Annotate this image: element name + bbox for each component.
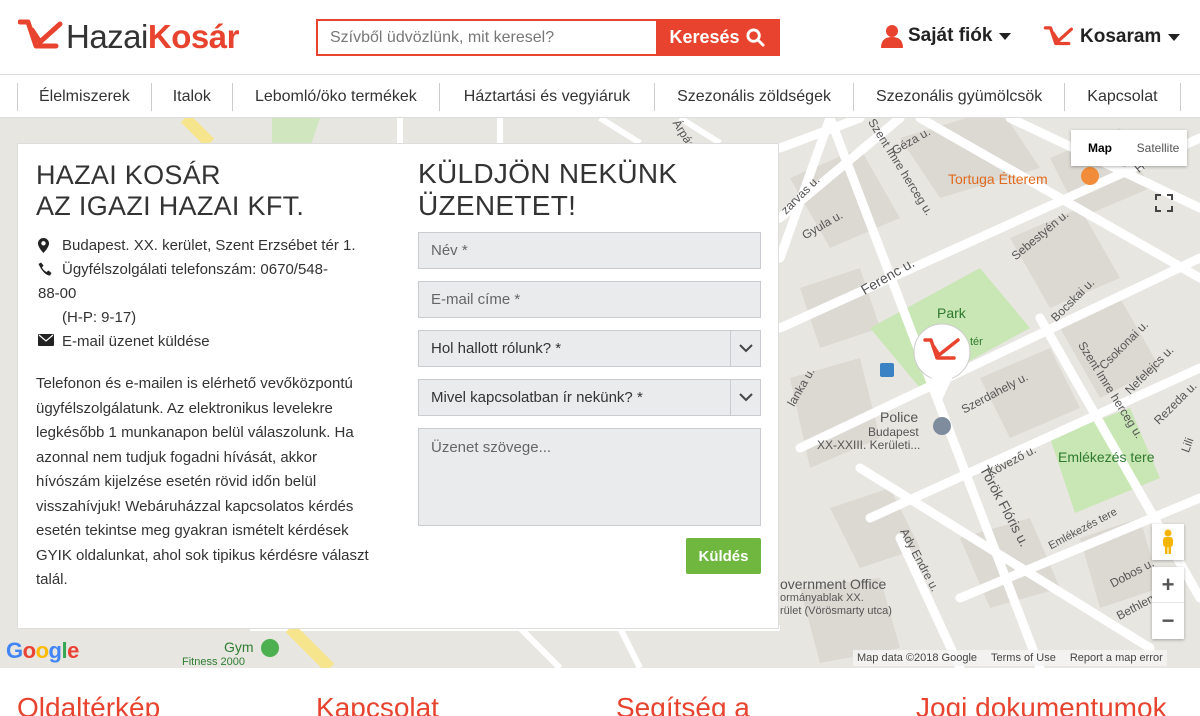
phone-icon	[38, 258, 62, 276]
phone-row: Ügyfélszolgálati telefonszám: 0670/548- 8…	[38, 258, 378, 306]
zoom-out-button[interactable]: −	[1152, 603, 1184, 639]
phone-line1: Ügyfélszolgálati telefonszám: 0670/548-	[62, 261, 328, 278]
map-label-ter: tér	[970, 336, 983, 348]
map-label-memorial[interactable]: Emlékezés tere	[1058, 449, 1154, 465]
nav-item-italok[interactable]: Italok	[150, 83, 232, 111]
map-label-gov-sub1: ormányablak XX.	[780, 592, 864, 604]
google-letter: G	[6, 638, 23, 663]
footer-heading-contact: Kapcsolat	[316, 692, 439, 716]
map-label-gym-sub: Fitness 2000	[182, 656, 245, 668]
map-data-credit: Map data ©2018 Google	[857, 652, 978, 664]
cart-icon	[1043, 26, 1073, 46]
name-placeholder: Név *	[431, 242, 468, 259]
google-letter: o	[35, 638, 49, 663]
report-map-error-link[interactable]: Report a map error	[1070, 652, 1163, 664]
chevron-down-icon	[1168, 33, 1181, 41]
form-title-line1: KÜLDJÖN NEKÜNK	[418, 158, 678, 189]
map-label-restaurant[interactable]: Tortuga Étterem	[948, 171, 1048, 187]
email-placeholder: E-mail címe *	[431, 291, 521, 308]
cart-logo-icon	[18, 19, 63, 49]
address-text: Budapest. XX. kerület, Szent Erzsébet té…	[62, 237, 356, 254]
contact-info: Budapest. XX. kerület, Szent Erzsébet té…	[38, 234, 378, 354]
nav-item-elelmiszerek[interactable]: Élelmiszerek	[17, 83, 151, 111]
chevron-down-icon	[730, 331, 760, 366]
reason-select[interactable]: Mivel kapcsolatban ír nekünk? *	[418, 379, 761, 416]
zoom-in-button[interactable]: +	[1152, 567, 1184, 603]
google-letter: g	[48, 638, 62, 663]
footer: Oldaltérkép Kapcsolat Segítség a Jogi do…	[0, 668, 1200, 716]
name-field[interactable]: Név *	[418, 232, 761, 269]
source-select-value: Hol hallott rólunk? *	[431, 340, 562, 357]
map-marker-icon	[38, 234, 62, 253]
nav-item-haztartasi[interactable]: Háztartási és vegyiáruk	[438, 83, 654, 111]
contact-description: Telefonon és e-mailen is elérhető vevőkö…	[36, 375, 369, 588]
fullscreen-button[interactable]	[1149, 188, 1179, 218]
search-bar: Keresés	[316, 19, 780, 56]
contact-panel: HAZAI KOSÁR AZ IGAZI HAZAI KFT. Budapest…	[17, 143, 779, 629]
map-label-gov-sub2: rület (Vörösmarty utca)	[780, 605, 892, 617]
pegman-icon	[1163, 529, 1173, 554]
footer-heading-sitemap: Oldaltérkép	[17, 692, 161, 716]
search-input[interactable]	[318, 21, 656, 54]
search-button[interactable]: Keresés	[656, 21, 778, 54]
phone-line2: 88-00	[38, 285, 77, 302]
phone-text[interactable]: Ügyfélszolgálati telefonszám: 0670/548- 8…	[38, 258, 328, 306]
fullscreen-icon	[1155, 194, 1173, 212]
hours-text: (H-P: 9-17)	[62, 309, 137, 326]
logo-text: HazaiKosár	[66, 17, 239, 55]
cart-label: Kosaram	[1080, 26, 1162, 47]
map-type-satellite-button[interactable]: Satellite	[1129, 130, 1187, 166]
map-label-police[interactable]: Police	[880, 409, 918, 425]
company-title-line2: AZ IGAZI HAZAI KFT.	[36, 191, 305, 221]
zoom-control: + −	[1152, 567, 1184, 639]
map-label-police-sub2: XX-XXIII. Kerületi...	[817, 438, 921, 452]
map-label-gym[interactable]: Gym	[224, 639, 254, 655]
map-label-gov[interactable]: overnment Office	[780, 576, 886, 592]
envelope-icon	[38, 330, 62, 346]
site-header: HazaiKosár Keresés Saját fiók Kosaram	[0, 0, 1200, 74]
map-attribution: Map data ©2018 Google Terms of Use Repor…	[853, 650, 1167, 666]
map-type-map-button[interactable]: Map	[1071, 130, 1129, 166]
site-logo[interactable]: HazaiKosár	[18, 14, 239, 58]
chevron-down-icon	[730, 380, 760, 415]
email-link[interactable]: E-mail üzenet küldése	[62, 330, 210, 354]
email-field[interactable]: E-mail címe *	[418, 281, 761, 318]
terms-of-use-link[interactable]: Terms of Use	[991, 652, 1056, 664]
account-menu[interactable]: Saját fiók	[880, 24, 1012, 48]
nav-item-oko[interactable]: Lebomló/öko termékek	[231, 83, 439, 111]
send-button[interactable]: Küldés	[686, 538, 761, 574]
address-row: Budapest. XX. kerület, Szent Erzsébet té…	[38, 234, 378, 258]
nav-item-gyumolcsok[interactable]: Szezonális gyümölcsök	[852, 83, 1064, 111]
cart-menu[interactable]: Kosaram	[1042, 24, 1181, 50]
search-icon	[746, 28, 765, 47]
company-title-line1: HAZAI KOSÁR	[36, 160, 221, 190]
chevron-down-icon	[999, 32, 1012, 40]
footer-heading-help: Segítség a	[616, 692, 750, 716]
form-title: KÜLDJÖN NEKÜNK ÜZENETET!	[418, 158, 677, 222]
reason-select-value: Mivel kapcsolatban ír nekünk? *	[431, 389, 643, 406]
google-logo[interactable]: Google	[6, 638, 79, 664]
map-label-park[interactable]: Park	[937, 305, 966, 321]
account-label: Saját fiók	[908, 25, 993, 46]
map-label-police-sub1: Budapest	[868, 425, 919, 439]
user-icon	[881, 25, 903, 48]
company-title: HAZAI KOSÁR AZ IGAZI HAZAI KFT.	[36, 160, 304, 222]
nav-item-kapcsolat[interactable]: Kapcsolat	[1064, 83, 1181, 111]
google-letter: o	[22, 638, 36, 663]
footer-heading-legal: Jogi dokumentumok	[916, 692, 1167, 716]
nav-item-zoldsegek[interactable]: Szezonális zöldségek	[654, 83, 853, 111]
message-textarea[interactable]: Üzenet szövege...	[418, 428, 761, 526]
street-view-button[interactable]	[1152, 524, 1184, 560]
google-letter: e	[67, 638, 79, 663]
message-placeholder: Üzenet szövege...	[431, 439, 552, 456]
map-type-toggle: Map Satellite	[1071, 130, 1187, 166]
source-select[interactable]: Hol hallott rólunk? *	[418, 330, 761, 367]
form-title-line2: ÜZENETET!	[418, 190, 577, 221]
main-nav: Élelmiszerek Italok Lebomló/öko termékek…	[0, 74, 1200, 118]
email-row[interactable]: E-mail üzenet küldése	[38, 330, 378, 354]
search-button-label: Keresés	[669, 27, 740, 47]
